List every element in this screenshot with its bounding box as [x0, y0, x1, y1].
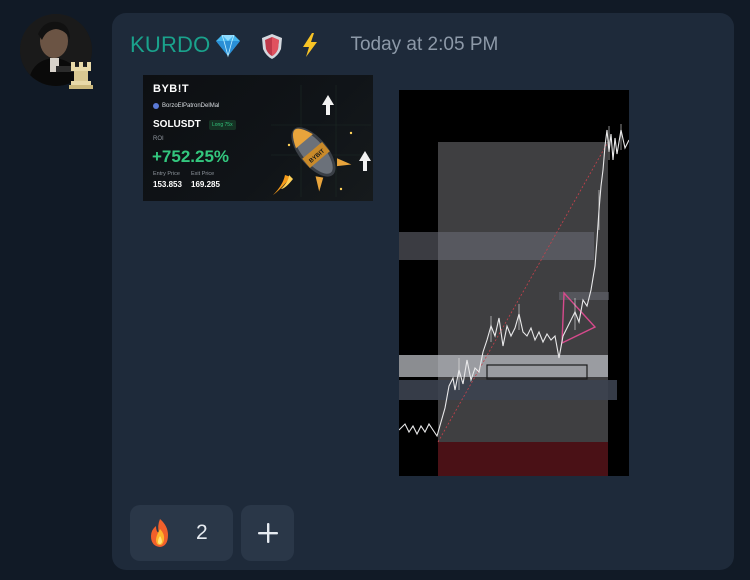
trading-chart-image[interactable]	[399, 90, 629, 476]
trader-avatar-icon	[153, 103, 159, 109]
exit-price-value: 169.285	[191, 180, 220, 189]
trader-line: BorzoElPatronDelMal	[153, 103, 219, 109]
message-card: KURDO Today at 2:05 PM BYB!T BorzoElPatr…	[112, 13, 734, 570]
lightning-icon	[300, 32, 320, 58]
reaction-fire[interactable]: 2	[130, 505, 233, 561]
trading-pair: SOLUSDT	[153, 119, 201, 130]
add-reaction-button[interactable]	[241, 505, 294, 561]
shield-icon	[258, 32, 286, 59]
fire-icon	[146, 518, 174, 548]
plus-icon	[257, 523, 278, 543]
rook-icon	[68, 60, 94, 90]
trader-name: BorzoElPatronDelMal	[162, 103, 220, 109]
candlestick-chart-graphic	[399, 90, 629, 476]
rocket-icon: BYBIT	[271, 85, 371, 197]
position-badge: Long 75x	[209, 120, 236, 130]
message-header: KURDO Today at 2:05 PM	[130, 29, 498, 61]
entry-price-label: Entry Price	[153, 171, 180, 177]
roi-value: +752.25%	[152, 147, 230, 166]
bybit-logo: BYB!T	[153, 83, 190, 95]
username[interactable]: KURDO	[130, 32, 210, 58]
bybit-pnl-image[interactable]: BYB!T BorzoElPatronDelMal SOLUSDT Long 7…	[143, 75, 373, 201]
up-arrow-icon	[359, 151, 371, 171]
up-arrow-icon	[322, 95, 334, 115]
gem-icon	[212, 32, 244, 58]
roi-label: ROI	[153, 136, 164, 142]
reaction-count: 2	[196, 521, 208, 544]
entry-price-value: 153.853	[153, 180, 182, 189]
exit-price-label: Exit Price	[191, 171, 215, 177]
timestamp: Today at 2:05 PM	[350, 34, 499, 55]
